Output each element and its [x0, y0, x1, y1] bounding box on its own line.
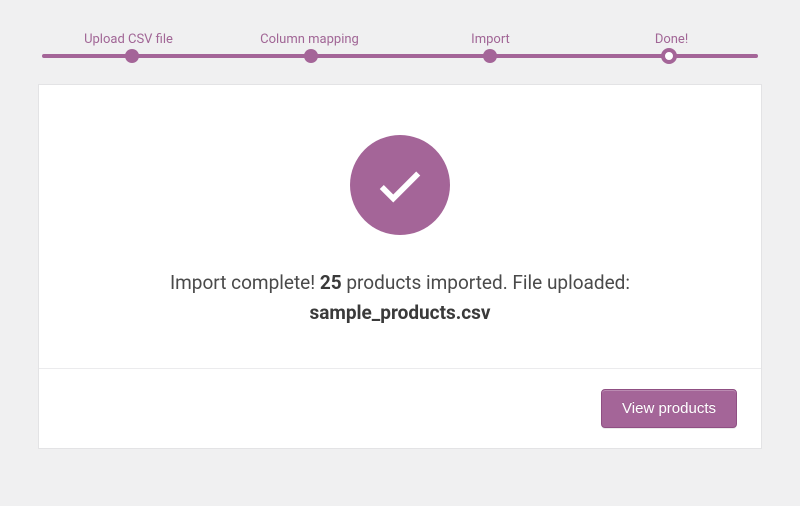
- stepper-step-label: Upload CSV file: [84, 32, 173, 47]
- stepper-dot: [125, 49, 139, 63]
- import-complete-message: Import complete! 25 products imported. F…: [79, 267, 721, 299]
- import-count: 25: [320, 271, 342, 294]
- stepper-step-label: Import: [471, 32, 510, 47]
- import-result-card: Import complete! 25 products imported. F…: [38, 84, 762, 449]
- import-stepper: Upload CSV file Column mapping Import Done!: [38, 32, 762, 58]
- stepper-dot: [661, 48, 677, 64]
- message-suffix: products imported. File uploaded:: [342, 271, 630, 294]
- stepper-step-label: Column mapping: [260, 32, 359, 47]
- uploaded-filename: sample_products.csv: [79, 301, 721, 324]
- stepper-track: [42, 54, 758, 58]
- stepper-dot: [304, 49, 318, 63]
- stepper-step-label: Done!: [655, 32, 688, 47]
- view-products-button[interactable]: View products: [601, 389, 737, 428]
- success-check-icon: [350, 135, 450, 235]
- stepper-dot: [483, 49, 497, 63]
- card-footer: View products: [39, 368, 761, 448]
- message-prefix: Import complete!: [170, 271, 320, 294]
